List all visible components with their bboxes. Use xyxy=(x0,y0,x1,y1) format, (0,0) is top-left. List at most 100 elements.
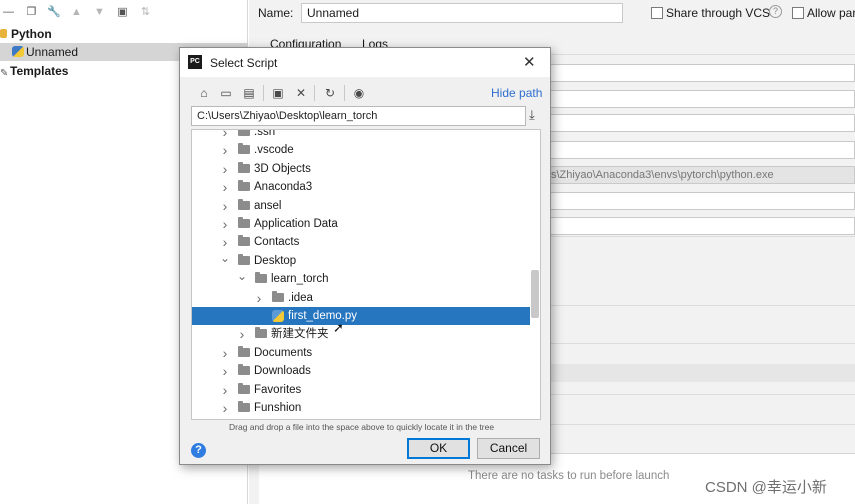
file-tree-item-folder[interactable]: › 3D Objects xyxy=(192,160,530,178)
project-icon[interactable]: ▤ xyxy=(242,86,256,100)
chevron-right-icon[interactable]: › xyxy=(220,130,230,141)
cancel-button[interactable]: Cancel xyxy=(477,438,540,459)
hide-path-link[interactable]: Hide path xyxy=(491,86,542,100)
tree-item-label: Templates xyxy=(10,64,69,78)
help-button[interactable]: ? xyxy=(191,443,206,458)
file-tree-item-folder[interactable]: › ansel xyxy=(192,197,530,215)
folder-icon xyxy=(238,198,250,210)
folder-icon xyxy=(238,364,250,376)
name-label: Name: xyxy=(258,6,294,20)
close-icon[interactable]: ✕ xyxy=(523,53,536,71)
chevron-right-icon[interactable]: › xyxy=(220,233,230,251)
chevron-right-icon[interactable]: › xyxy=(220,399,230,417)
tree-item-python[interactable]: Python xyxy=(0,25,248,43)
left-toolbar: — ❐ 🔧 ▲ ▼ ▣ ⇅ xyxy=(0,0,248,25)
new-folder-icon[interactable]: ▣ xyxy=(116,6,129,19)
interpreter-field[interactable]: s\Zhiyao\Anaconda3\envs\pytorch\python.e… xyxy=(550,166,855,184)
file-tree-item-label: Documents xyxy=(254,346,313,359)
chevron-right-icon[interactable]: › xyxy=(220,362,230,380)
file-tree-item-folder[interactable]: › 新建文件夹 xyxy=(192,325,530,343)
file-tree-item-label: 新建文件夹 xyxy=(271,328,329,341)
move-up-icon[interactable]: ▲ xyxy=(70,6,83,19)
chevron-right-icon[interactable]: › xyxy=(220,197,230,215)
help-icon[interactable]: ? xyxy=(769,5,782,18)
file-tree-item-folder[interactable]: ⌄ Desktop xyxy=(192,252,530,270)
section-divider xyxy=(550,394,855,395)
working-directory-field[interactable] xyxy=(550,217,855,235)
file-tree-item-folder[interactable]: › .vscode xyxy=(192,141,530,159)
interpreter-path: s\Zhiyao\Anaconda3\envs\pytorch\python.e… xyxy=(551,169,774,181)
remove-icon[interactable]: — xyxy=(2,6,15,19)
show-hidden-icon[interactable]: ◉ xyxy=(352,86,366,100)
allow-parallel-label: Allow par xyxy=(807,6,855,20)
file-tree-item-folder[interactable]: › Application Data xyxy=(192,215,530,233)
move-down-icon[interactable]: ▼ xyxy=(93,6,106,19)
folder-icon xyxy=(255,272,267,284)
section-divider xyxy=(550,236,855,237)
file-tree-item-label: 3D Objects xyxy=(254,162,311,175)
file-tree-item-label: first_demo.py xyxy=(288,310,358,322)
folder-icon xyxy=(238,180,250,192)
file-tree-item-label: Application Data xyxy=(254,218,338,230)
file-tree-item-folder[interactable]: › Funshion xyxy=(192,399,530,417)
file-tree-item-folder[interactable]: › Anaconda3 xyxy=(192,178,530,196)
allow-parallel-checkbox[interactable] xyxy=(792,7,804,19)
chevron-right-icon[interactable]: › xyxy=(237,325,247,343)
pycharm-icon: PC xyxy=(188,55,202,69)
share-vcs-checkbox[interactable] xyxy=(651,7,663,19)
chevron-right-icon[interactable]: › xyxy=(220,215,230,233)
refresh-icon[interactable]: ↻ xyxy=(323,86,337,100)
file-tree-item-folder[interactable]: ⌄ learn_torch xyxy=(192,270,530,288)
file-tree-item-file[interactable]: first_demo.py xyxy=(192,307,530,325)
home-icon[interactable]: ⌂ xyxy=(197,86,211,100)
chevron-right-icon[interactable]: › xyxy=(220,381,230,399)
folder-icon xyxy=(238,161,250,173)
desktop-icon[interactable]: ▭ xyxy=(219,86,233,100)
file-tree-item-label: Downloads xyxy=(254,365,311,378)
mouse-cursor-icon: ➚ xyxy=(333,320,344,335)
file-tree-item-label: learn_torch xyxy=(271,273,329,286)
parameters-field[interactable] xyxy=(550,90,855,108)
file-tree-item-folder[interactable]: › Contacts xyxy=(192,233,530,251)
scrollbar[interactable] xyxy=(531,270,539,318)
ok-button[interactable]: OK xyxy=(407,438,470,459)
chevron-right-icon[interactable]: › xyxy=(220,141,230,159)
toolbar-separator xyxy=(344,85,345,101)
script-path-field[interactable] xyxy=(550,64,855,82)
environment-field[interactable] xyxy=(550,114,855,132)
env-variables-field[interactable] xyxy=(550,141,855,159)
watermark: CSDN @幸运小新 xyxy=(705,479,827,496)
folder-icon xyxy=(238,253,250,265)
chevron-right-icon[interactable]: › xyxy=(220,160,230,178)
select-script-dialog: PC Select Script ✕ ⌂ ▭ ▤ ▣ ✕ ↻ ◉ Hide pa… xyxy=(179,47,551,465)
no-tasks-text: There are no tasks to run before launch xyxy=(468,470,670,482)
python-icon xyxy=(0,29,7,38)
chevron-right-icon[interactable]: › xyxy=(220,344,230,362)
chevron-right-icon[interactable]: › xyxy=(254,289,264,307)
new-folder-icon[interactable]: ▣ xyxy=(271,86,285,100)
file-tree-item-label: .ssh xyxy=(254,129,276,138)
file-tree-item-folder[interactable]: › Downloads xyxy=(192,362,530,380)
file-tree-item-folder[interactable]: › .ssh xyxy=(192,129,530,141)
file-tree-item-label: ansel xyxy=(254,199,282,212)
file-tree-item-folder[interactable]: › Documents xyxy=(192,344,530,362)
download-icon[interactable]: ⤓ xyxy=(529,107,535,123)
name-field[interactable]: Unnamed xyxy=(301,3,623,23)
section-divider xyxy=(550,305,855,306)
path-input[interactable]: C:\Users\Zhiyao\Desktop\learn_torch xyxy=(191,106,526,126)
chevron-right-icon[interactable]: › xyxy=(220,178,230,196)
dialog-title: Select Script xyxy=(210,56,278,70)
file-tree-item-folder[interactable]: › .idea xyxy=(192,289,530,307)
chevron-down-icon[interactable]: ⌄ xyxy=(220,252,230,270)
chevron-down-icon[interactable]: ⌄ xyxy=(237,270,247,288)
copy-icon[interactable]: ❐ xyxy=(25,6,38,19)
templates-icon: ✎ xyxy=(0,68,9,79)
file-tree-item-folder[interactable]: › Favorites xyxy=(192,381,530,399)
interpreter-options-field[interactable] xyxy=(550,192,855,210)
toolbar-separator xyxy=(263,85,264,101)
sort-icon[interactable]: ⇅ xyxy=(139,6,152,19)
wrench-icon[interactable]: 🔧 xyxy=(47,6,61,19)
file-tree-item-label: .vscode xyxy=(254,144,294,157)
folder-icon xyxy=(255,327,267,339)
delete-icon[interactable]: ✕ xyxy=(294,86,308,100)
